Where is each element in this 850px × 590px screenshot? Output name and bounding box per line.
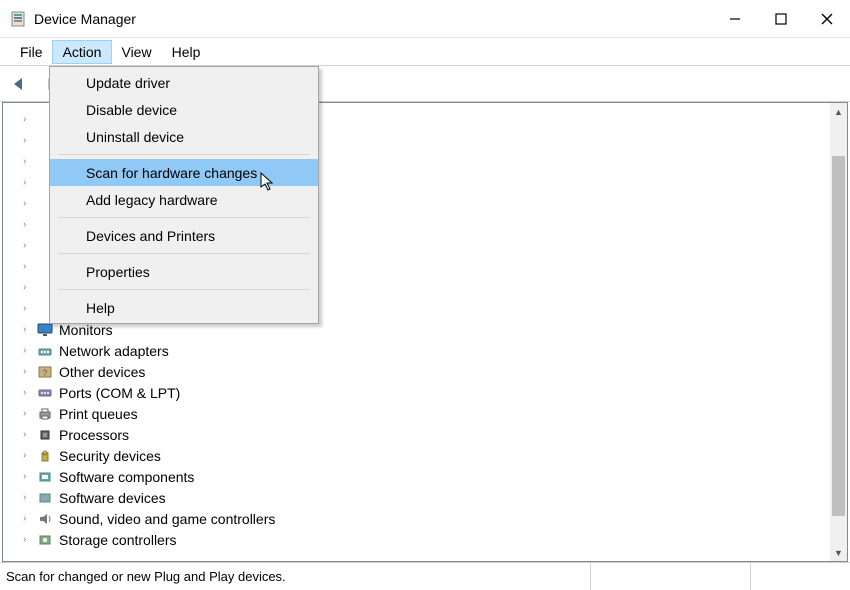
tree-row-other[interactable]: ›?Other devices <box>11 361 847 382</box>
scroll-down-button[interactable]: ▼ <box>830 544 847 561</box>
menu-scan-hardware[interactable]: Scan for hardware changes <box>50 159 318 186</box>
menu-properties[interactable]: Properties <box>50 258 318 285</box>
menu-disable-device[interactable]: Disable device <box>50 96 318 123</box>
tree-row-swdevices[interactable]: ›Software devices <box>11 487 847 508</box>
svg-text:?: ? <box>42 368 47 378</box>
menu-separator <box>58 289 310 290</box>
cpu-icon <box>35 428 55 442</box>
storage-icon <box>35 533 55 547</box>
node-label: Processors <box>55 427 129 443</box>
tree-row-printqueues[interactable]: ›Print queues <box>11 403 847 424</box>
status-cell <box>750 563 850 590</box>
node-label: Print queues <box>55 406 138 422</box>
close-button[interactable] <box>804 0 850 38</box>
menu-separator <box>58 154 310 155</box>
speaker-icon <box>35 512 55 526</box>
menu-file[interactable]: File <box>10 41 53 63</box>
menu-action[interactable]: Action <box>53 41 112 63</box>
scroll-track[interactable] <box>830 120 847 544</box>
tree-row-security[interactable]: ›Security devices <box>11 445 847 466</box>
scroll-thumb[interactable] <box>832 156 845 516</box>
menu-update-driver[interactable]: Update driver <box>50 69 318 96</box>
menu-separator <box>58 253 310 254</box>
status-bar: Scan for changed or new Plug and Play de… <box>0 562 850 590</box>
status-text: Scan for changed or new Plug and Play de… <box>6 569 286 584</box>
menu-add-legacy[interactable]: Add legacy hardware <box>50 186 318 213</box>
tree-row-network[interactable]: ›Network adapters <box>11 340 847 361</box>
maximize-button[interactable] <box>758 0 804 38</box>
menu-help[interactable]: Help <box>162 41 211 63</box>
network-icon <box>35 344 55 358</box>
scroll-up-button[interactable]: ▲ <box>830 103 847 120</box>
status-cell <box>590 563 750 590</box>
tree-row-storage[interactable]: ›Storage controllers <box>11 529 847 550</box>
ports-icon <box>35 386 55 400</box>
back-button[interactable] <box>6 70 34 98</box>
tree-row-ports[interactable]: ›Ports (COM & LPT) <box>11 382 847 403</box>
menu-help-item[interactable]: Help <box>50 294 318 321</box>
tree-row-sound[interactable]: ›Sound, video and game controllers <box>11 508 847 529</box>
menu-bar: File Action View Help <box>0 38 850 66</box>
monitor-icon <box>35 323 55 337</box>
node-label: Other devices <box>55 364 145 380</box>
swdevice-icon <box>35 491 55 505</box>
node-label: Ports (COM & LPT) <box>55 385 180 401</box>
menu-devices-printers[interactable]: Devices and Printers <box>50 222 318 249</box>
menu-separator <box>58 217 310 218</box>
window-title: Device Manager <box>34 11 712 27</box>
app-icon <box>10 11 26 27</box>
node-label: Network adapters <box>55 343 169 359</box>
title-bar: Device Manager <box>0 0 850 38</box>
tree-row-swcomponents[interactable]: ›Software components <box>11 466 847 487</box>
node-label: Security devices <box>55 448 161 464</box>
menu-view[interactable]: View <box>111 41 161 63</box>
printer-icon <box>35 407 55 421</box>
node-label: Software devices <box>55 490 166 506</box>
node-label: Sound, video and game controllers <box>55 511 275 527</box>
window-controls <box>712 0 850 38</box>
other-icon: ? <box>35 365 55 379</box>
node-label: Software components <box>55 469 194 485</box>
node-label: Storage controllers <box>55 532 177 548</box>
action-dropdown: Update driver Disable device Uninstall d… <box>49 66 319 324</box>
component-icon <box>35 470 55 484</box>
tree-row-processors[interactable]: ›Processors <box>11 424 847 445</box>
minimize-button[interactable] <box>712 0 758 38</box>
security-icon <box>35 449 55 463</box>
menu-uninstall-device[interactable]: Uninstall device <box>50 123 318 150</box>
vertical-scrollbar[interactable]: ▲ ▼ <box>830 103 847 561</box>
